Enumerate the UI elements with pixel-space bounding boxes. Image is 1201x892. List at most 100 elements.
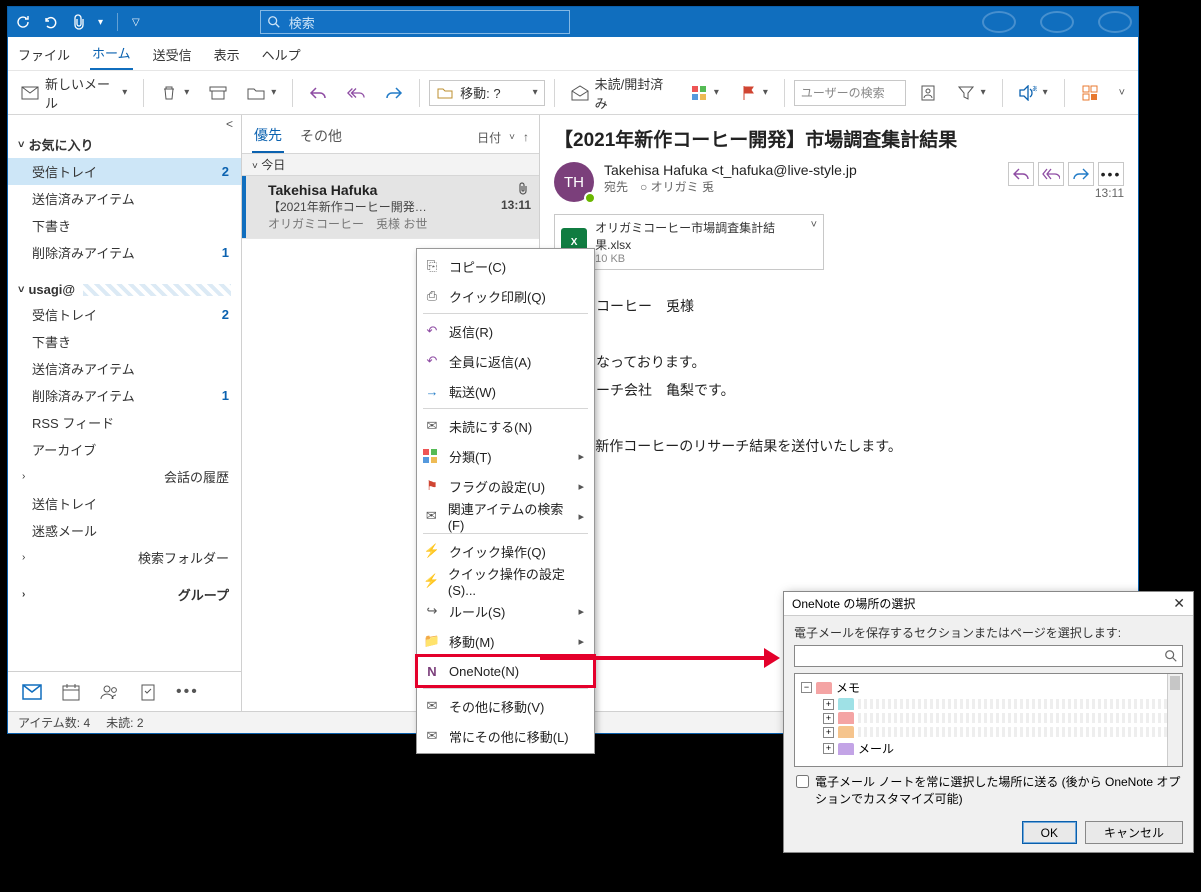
people-icon[interactable] (100, 684, 120, 700)
fav-deleted[interactable]: 削除済みアイテム1 (8, 239, 241, 266)
tab-focused[interactable]: 優先 (252, 121, 284, 153)
reply-icon (309, 84, 327, 102)
ctx-move-other[interactable]: ✉その他に移動(V) (417, 691, 594, 721)
ctx-quick-steps[interactable]: ⚡クイック操作(Q) (417, 536, 594, 566)
ctx-flag[interactable]: ⚑フラグの設定(U)▸ (417, 471, 594, 501)
tab-home[interactable]: ホーム (90, 37, 133, 70)
ctx-reply[interactable]: ↶返信(R) (417, 316, 594, 346)
sort-control[interactable]: 日付˅↑ (477, 129, 529, 146)
chevron-down-icon[interactable]: ˅ (811, 219, 817, 231)
sync-icon[interactable] (14, 13, 32, 31)
filter-button[interactable]: ▾ (950, 80, 993, 106)
forward-button[interactable] (378, 80, 410, 106)
history[interactable]: ›会話の履歴 (8, 463, 241, 490)
attach-icon[interactable] (70, 13, 88, 31)
sender-avatar: TH (554, 162, 594, 202)
folder-pane-collapse[interactable]: < (8, 115, 241, 131)
unread-read-label: 未読/開封済み (595, 74, 670, 112)
reply-all-button[interactable] (1038, 162, 1064, 186)
search-box[interactable]: 検索 (260, 10, 570, 34)
ctx-quick-steps-settings[interactable]: ⚡クイック操作の設定(S)... (417, 566, 594, 596)
section-tree[interactable]: −メモ + + + +メール (794, 673, 1183, 767)
new-mail-label: 新しいメール (45, 74, 116, 112)
qat-overflow-icon[interactable]: ▾ (98, 17, 103, 28)
deleted[interactable]: 削除済みアイテム1 (8, 382, 241, 409)
ctx-rules[interactable]: ↪ルール(S)▸ (417, 596, 594, 626)
outbox[interactable]: 送信トレイ (8, 490, 241, 517)
search-folders[interactable]: ›検索フォルダー (8, 544, 241, 571)
tasks-icon[interactable] (140, 683, 156, 701)
tab-other[interactable]: その他 (298, 122, 344, 152)
favorites-header[interactable]: ˅お気に入り (8, 131, 241, 158)
drafts[interactable]: 下書き (8, 328, 241, 355)
close-icon[interactable]: ✕ (1173, 595, 1185, 612)
read-aloud-button[interactable]: あ▾ (1012, 80, 1055, 106)
always-send-checkbox[interactable] (796, 775, 809, 788)
tab-sendreceive[interactable]: 送受信 (151, 39, 194, 70)
forward-button[interactable] (1068, 162, 1094, 186)
more-icon[interactable]: ••• (176, 683, 199, 701)
group-today[interactable]: ˅ 今日 (242, 153, 539, 176)
mail-icon[interactable] (22, 684, 42, 700)
dialog-checkbox-row[interactable]: 電子メール ノートを常に選択した場所に送る (後から OneNote オプション… (794, 767, 1183, 807)
tree-scrollbar[interactable] (1167, 674, 1182, 766)
move-folder-button[interactable]: ▾ (240, 80, 283, 106)
ctx-copy[interactable]: ⎘コピー(C) (417, 251, 594, 281)
tab-file[interactable]: ファイル (16, 39, 72, 70)
always-move-icon: ✉ (423, 728, 441, 744)
ribbon-collapse-button[interactable]: ˅ (1112, 83, 1132, 103)
flag-button[interactable]: ▾ (732, 80, 775, 106)
tree-node-memo[interactable]: −メモ (797, 678, 1180, 697)
archive[interactable]: アーカイブ (8, 436, 241, 463)
ctx-reply-all[interactable]: ↶全員に返信(A) (417, 346, 594, 376)
lightning-icon: ⚡ (423, 543, 441, 559)
move-to-label: 移動: ? (460, 83, 526, 102)
new-mail-button[interactable]: 新しいメール ▾ (14, 70, 134, 116)
reply-button[interactable] (1008, 162, 1034, 186)
inbox[interactable]: 受信トレイ2 (8, 301, 241, 328)
archive-button[interactable] (202, 80, 234, 106)
ctx-mark-unread[interactable]: ✉未読にする(N) (417, 411, 594, 441)
reply-button[interactable] (302, 80, 334, 106)
cancel-button[interactable]: キャンセル (1085, 821, 1183, 844)
tab-view[interactable]: 表示 (212, 39, 242, 70)
reply-all-button[interactable] (340, 80, 372, 106)
dialog-search-input[interactable] (799, 649, 1164, 663)
ok-button[interactable]: OK (1022, 821, 1077, 844)
groups[interactable]: ›グループ (8, 581, 241, 608)
status-items: アイテム数: 4 (18, 714, 90, 731)
ctx-forward[interactable]: →転送(W) (417, 376, 594, 406)
sent[interactable]: 送信済みアイテム (8, 355, 241, 382)
tree-node-mail[interactable]: +メール (797, 739, 1180, 758)
calendar-icon[interactable] (62, 683, 80, 701)
tree-node[interactable]: + (797, 711, 1180, 725)
tree-node[interactable]: + (797, 697, 1180, 711)
tree-node[interactable]: + (797, 725, 1180, 739)
junk[interactable]: 迷惑メール (8, 517, 241, 544)
fav-drafts[interactable]: 下書き (8, 212, 241, 239)
move-to-field[interactable]: 移動: ? ▾ (429, 80, 545, 106)
message-item[interactable]: Takehisa Hafuka 【2021年新作コーヒー開発…13:11 オリガ… (242, 176, 539, 239)
addin-button[interactable] (1074, 80, 1106, 106)
onenote-icon: N (423, 664, 441, 679)
ctx-quick-print[interactable]: ⎙クイック印刷(Q) (417, 281, 594, 311)
tab-help[interactable]: ヘルプ (260, 39, 303, 70)
fav-inbox[interactable]: 受信トレイ2 (8, 158, 241, 185)
unread-read-button[interactable]: 未読/開封済み (564, 70, 677, 116)
categorize-button[interactable]: ▾ (683, 80, 726, 106)
rss[interactable]: RSS フィード (8, 409, 241, 436)
ctx-categorize[interactable]: 分類(T)▸ (417, 441, 594, 471)
filter-icon (957, 84, 975, 102)
qat-customize-icon[interactable]: ▽ (132, 17, 140, 28)
address-book-button[interactable] (912, 80, 944, 106)
more-actions-button[interactable]: ••• (1098, 162, 1124, 186)
ctx-find-related[interactable]: ✉関連アイテムの検索(F)▸ (417, 501, 594, 531)
ctx-always-move[interactable]: ✉常にその他に移動(L) (417, 721, 594, 751)
delete-button[interactable]: ▾ (153, 80, 196, 106)
addin-icon (1081, 84, 1099, 102)
account-header[interactable]: ˅usagi@ (8, 278, 241, 301)
undo-icon[interactable] (42, 13, 60, 31)
dialog-search[interactable] (794, 645, 1183, 667)
user-search-field[interactable]: ユーザーの検索 (794, 80, 906, 106)
fav-sent[interactable]: 送信済みアイテム (8, 185, 241, 212)
